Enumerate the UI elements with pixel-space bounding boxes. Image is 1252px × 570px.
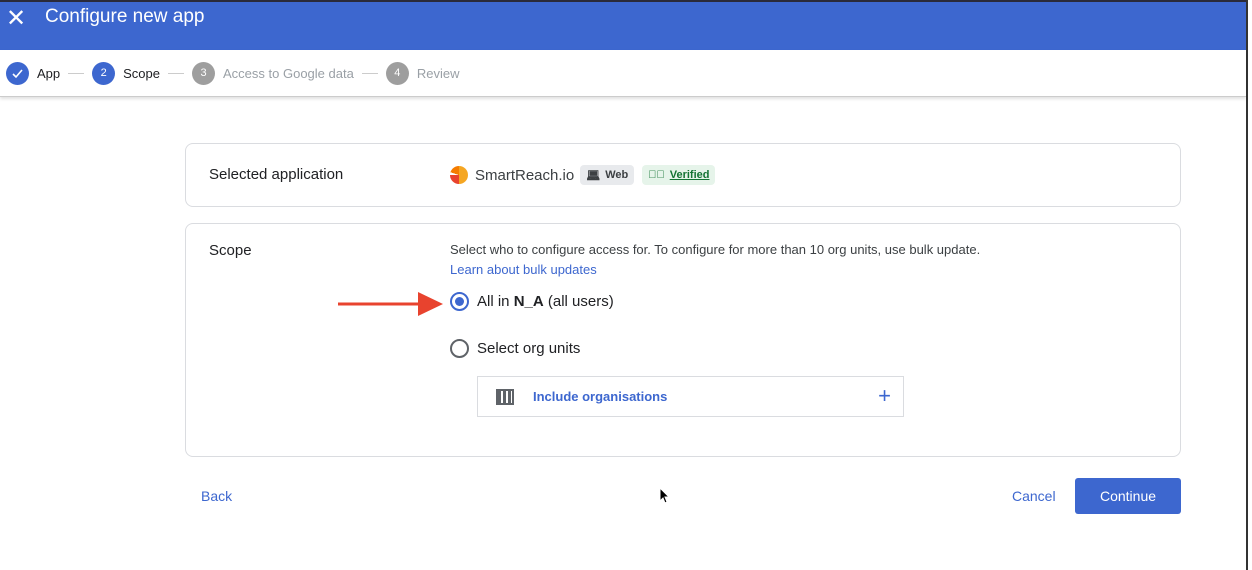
step-divider [168, 72, 185, 74]
step-number: 3 [192, 61, 216, 85]
scope-label: Scope [209, 242, 252, 259]
radio-select-org-units[interactable]: Select org units [450, 339, 580, 358]
step-label: Access to Google data [223, 65, 354, 81]
include-organisations-label: Include organisations [533, 389, 668, 404]
step-review: 4 Review [385, 61, 460, 85]
back-button[interactable]: Back [201, 488, 232, 504]
verified-label: Verified [669, 169, 710, 181]
app-info: SmartReach.io 💻︎ Web ✓⃝ Verified [450, 165, 716, 185]
window-edge [1246, 0, 1248, 570]
scope-description: Select who to configure access for. To c… [450, 242, 981, 257]
stepper: App 2 Scope 3 Access to Google data 4 Re… [0, 50, 1246, 97]
step-divider [68, 72, 85, 74]
close-icon[interactable]: ✕ [6, 4, 26, 33]
step-scope[interactable]: 2 Scope [92, 61, 161, 85]
radio-unselected-icon[interactable] [450, 339, 469, 358]
selected-application-card: Selected application SmartReach.io 💻︎ Web… [185, 143, 1181, 207]
mouse-cursor-icon [659, 487, 671, 504]
cancel-button[interactable]: Cancel [1012, 488, 1056, 504]
step-access: 3 Access to Google data [192, 61, 354, 85]
step-label: Review [416, 65, 460, 81]
check-icon [6, 61, 29, 85]
app-logo-icon [450, 166, 468, 184]
step-number: 4 [385, 61, 409, 85]
step-number: 2 [92, 61, 116, 85]
check-circle-icon: ✓⃝ [648, 169, 665, 181]
step-app[interactable]: App [6, 61, 61, 85]
scope-card: Scope Select who to configure access for… [185, 223, 1181, 457]
web-chip-label: Web [605, 169, 629, 181]
laptop-icon: 💻︎ [586, 169, 601, 182]
radio-selected-icon[interactable] [450, 292, 469, 311]
radio-all-users[interactable]: All in N_A (all users) [450, 292, 614, 311]
plus-icon[interactable]: + [878, 383, 891, 409]
web-chip: 💻︎ Web [580, 165, 635, 185]
include-organisations-button[interactable]: Include organisations + [477, 376, 904, 417]
app-name: SmartReach.io [475, 166, 575, 184]
continue-button[interactable]: Continue [1075, 478, 1181, 514]
option-select-label: Select org units [477, 340, 581, 357]
step-label: Scope [123, 65, 161, 81]
building-icon [496, 388, 514, 405]
step-label: App [37, 65, 61, 81]
selected-application-label: Selected application [209, 166, 344, 183]
option-all-label: All in N_A (all users) [477, 293, 614, 310]
app-header: ✕ Configure new app [0, 0, 1246, 50]
annotation-arrow [338, 292, 443, 316]
verified-chip[interactable]: ✓⃝ Verified [642, 165, 716, 185]
bulk-updates-link[interactable]: Learn about bulk updates [450, 262, 597, 277]
step-divider [361, 72, 378, 74]
page-title: Configure new app [45, 6, 205, 27]
